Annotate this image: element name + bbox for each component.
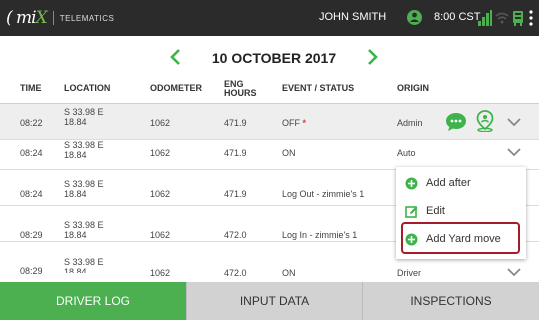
row-time: 08:29 xyxy=(20,266,43,276)
driver-name[interactable]: JOHN SMITH xyxy=(319,11,386,23)
mix-telematics-logo: ( miX TELEMATICS xyxy=(6,8,114,28)
previous-day-chevron-icon[interactable] xyxy=(168,47,184,67)
chevron-down-icon[interactable] xyxy=(507,147,521,157)
row-location-line2: 18.84 xyxy=(64,150,87,160)
col-eng-hours: ENG HOURS xyxy=(224,80,257,98)
wifi-icon xyxy=(495,12,509,24)
row-time: 08:24 xyxy=(20,148,43,158)
col-event-status: EVENT / STATUS xyxy=(282,83,355,93)
row-time: 08:29 xyxy=(20,230,43,240)
row-event: ON xyxy=(282,148,296,158)
col-origin: ORIGIN xyxy=(397,83,430,93)
menu-item-label: Add after xyxy=(426,177,471,189)
row-eng-hours: 471.9 xyxy=(224,148,247,158)
row-eng-hours: 471.9 xyxy=(224,118,247,128)
bottom-tab-bar: DRIVER LOG INPUT DATA INSPECTIONS xyxy=(0,282,539,320)
current-date: 10 OCTOBER 2017 xyxy=(211,50,337,66)
overflow-menu-icon[interactable] xyxy=(528,9,534,27)
row-location-line1: S 33.98 E xyxy=(64,257,104,267)
col-time: TIME xyxy=(20,83,42,93)
row-event-text: OFF xyxy=(282,118,300,128)
date-navigator: 10 OCTOBER 2017 xyxy=(0,36,539,78)
row-location-line2: 18.84 xyxy=(64,189,87,199)
row-location-line2: 18.84 xyxy=(64,117,87,127)
row-eng-hours: 472.0 xyxy=(224,268,247,278)
driver-location-icon[interactable] xyxy=(474,110,496,132)
table-row[interactable]: 08:24 S 33.98 E 18.84 1062 471.9 ON Auto xyxy=(0,134,539,170)
col-location: LOCATION xyxy=(64,83,111,93)
row-location-line2: 18.84 xyxy=(64,230,87,240)
row-location: S 33.98 E 18.84 xyxy=(64,179,104,199)
row-time: 08:22 xyxy=(20,118,43,128)
row-location-line1: S 33.98 E xyxy=(64,140,104,150)
app-top-bar: ( miX TELEMATICS JOHN SMITH 8:00 CST xyxy=(0,0,539,36)
row-eng-hours: 472.0 xyxy=(224,230,247,240)
row-location-line1: S 33.98 E xyxy=(64,179,104,189)
row-odometer: 1062 xyxy=(150,268,171,278)
row-time: 08:24 xyxy=(20,189,43,199)
highlight-box xyxy=(401,222,520,254)
menu-item-edit[interactable]: Edit xyxy=(396,197,526,225)
row-odometer: 1062 xyxy=(150,118,171,128)
row-location: S 33.98 E 18.84 xyxy=(64,257,104,273)
logo-mark: ( miX xyxy=(6,8,48,28)
row-location-line1: S 33.98 E xyxy=(64,220,104,230)
row-location-line1: S 33.98 E xyxy=(64,107,104,117)
row-location: S 33.98 E 18.84 xyxy=(64,140,104,160)
logo-text: TELEMATICS xyxy=(59,13,115,23)
menu-item-add-after[interactable]: Add after xyxy=(396,169,526,197)
log-table-header: TIME LOCATION ODOMETER ENG HOURS EVENT /… xyxy=(0,78,539,104)
row-event: ON xyxy=(282,268,296,278)
next-day-chevron-icon[interactable] xyxy=(364,47,380,67)
tab-driver-log[interactable]: DRIVER LOG xyxy=(0,282,186,320)
add-circle-icon xyxy=(405,177,418,189)
edited-marker: * xyxy=(302,118,307,128)
row-location: S 33.98 E 18.84 xyxy=(64,220,104,240)
row-location-line2: 18.84 xyxy=(64,267,87,273)
menu-item-label: Edit xyxy=(426,205,445,217)
row-event: Log In - zimmie's 1 xyxy=(282,230,358,240)
row-eng-hours: 471.9 xyxy=(224,189,247,199)
row-event: OFF * xyxy=(282,118,306,128)
tab-inspections[interactable]: INSPECTIONS xyxy=(362,282,539,320)
device-connection-icon xyxy=(513,11,523,26)
chevron-down-icon[interactable] xyxy=(507,267,521,277)
edit-icon xyxy=(405,205,418,218)
chevron-down-icon[interactable] xyxy=(507,117,521,127)
clock-time: 8:00 CST xyxy=(434,11,481,23)
row-origin: Admin xyxy=(397,118,423,128)
row-location: S 33.98 E 18.84 xyxy=(64,107,104,127)
row-odometer: 1062 xyxy=(150,189,171,199)
comment-icon[interactable] xyxy=(445,112,467,132)
row-origin: Driver xyxy=(397,268,421,278)
row-odometer: 1062 xyxy=(150,230,171,240)
row-odometer: 1062 xyxy=(150,148,171,158)
col-odometer: ODOMETER xyxy=(150,83,203,93)
driver-status-icon[interactable] xyxy=(406,9,423,26)
tab-input-data[interactable]: INPUT DATA xyxy=(186,282,362,320)
logo-divider xyxy=(52,11,54,25)
row-origin: Auto xyxy=(397,148,416,158)
row-event: Log Out - zimmie's 1 xyxy=(282,189,365,199)
signal-strength-icon xyxy=(478,10,492,26)
col-eng-hours-line2: HOURS xyxy=(224,88,257,98)
